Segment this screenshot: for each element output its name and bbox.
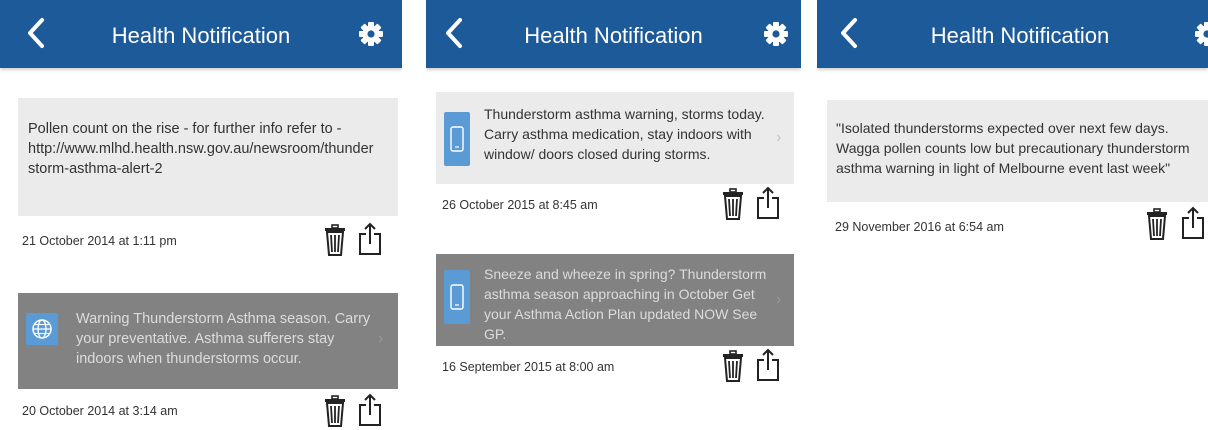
share-icon bbox=[359, 222, 381, 255]
notification-screen-1: Health Notification Pollen count on the … bbox=[0, 0, 402, 430]
notification-date: 20 October 2014 at 3:14 am bbox=[22, 404, 178, 418]
delete-button[interactable] bbox=[324, 395, 346, 427]
chevron-right-icon: › bbox=[776, 291, 782, 308]
notification-message: Thunderstorm asthma warning, storms toda… bbox=[484, 106, 765, 162]
gear-icon bbox=[1195, 22, 1208, 46]
chevron-right-icon: › bbox=[776, 129, 782, 146]
notification-date: 29 November 2016 at 6:54 am bbox=[835, 220, 1004, 234]
notification-icon-tile bbox=[444, 112, 470, 166]
gear-icon bbox=[359, 22, 383, 46]
notification-card[interactable]: Sneeze and wheeze in spring? Thunderstor… bbox=[436, 254, 794, 346]
notification-card[interactable]: Pollen count on the rise - for further i… bbox=[18, 98, 398, 216]
trash-icon bbox=[1147, 208, 1167, 240]
notification-message: Warning Thunderstorm Asthma season. Carr… bbox=[76, 311, 371, 367]
back-button[interactable] bbox=[440, 16, 470, 50]
delete-button[interactable] bbox=[722, 188, 744, 220]
notification-message: Pollen count on the rise - for further i… bbox=[28, 121, 374, 177]
share-icon bbox=[757, 348, 779, 381]
settings-button[interactable] bbox=[762, 20, 790, 48]
back-button[interactable] bbox=[22, 16, 52, 50]
notification-card[interactable]: Thunderstorm asthma warning, storms toda… bbox=[436, 92, 794, 184]
notification-card[interactable]: "Isolated thunderstorms expected over ne… bbox=[827, 100, 1208, 202]
back-button[interactable] bbox=[835, 16, 865, 50]
chevron-left-icon bbox=[841, 18, 857, 48]
trash-icon bbox=[723, 188, 743, 220]
trash-icon bbox=[325, 395, 345, 427]
settings-button[interactable] bbox=[1193, 20, 1208, 48]
notification-screen-2: Health Notification Thunderstorm asthma … bbox=[426, 0, 801, 430]
share-button[interactable] bbox=[756, 186, 780, 220]
page-title: Health Notification bbox=[930, 23, 1110, 48]
notification-date: 16 September 2015 at 8:00 am bbox=[442, 360, 615, 374]
page-title: Health Notification bbox=[111, 23, 291, 48]
app-header: Health Notification bbox=[0, 0, 402, 68]
app-header: Health Notification bbox=[817, 0, 1208, 68]
chevron-left-icon bbox=[28, 18, 44, 48]
notification-card[interactable]: Warning Thunderstorm Asthma season. Carr… bbox=[18, 293, 398, 389]
share-button[interactable] bbox=[756, 348, 780, 382]
notification-date: 21 October 2014 at 1:11 pm bbox=[22, 234, 177, 248]
settings-button[interactable] bbox=[357, 20, 385, 48]
share-button[interactable] bbox=[358, 222, 382, 256]
share-icon bbox=[757, 186, 779, 219]
delete-button[interactable] bbox=[1146, 208, 1168, 240]
app-header: Health Notification bbox=[426, 0, 801, 68]
notification-icon-tile bbox=[26, 313, 58, 345]
share-icon bbox=[359, 393, 381, 426]
delete-button[interactable] bbox=[722, 350, 744, 382]
delete-button[interactable] bbox=[324, 224, 346, 256]
trash-icon bbox=[325, 224, 345, 256]
notification-message: Sneeze and wheeze in spring? Thunderstor… bbox=[484, 266, 767, 342]
trash-icon bbox=[723, 350, 743, 382]
share-icon bbox=[1182, 206, 1204, 239]
globe-icon bbox=[32, 319, 52, 339]
share-button[interactable] bbox=[358, 393, 382, 427]
page-title: Health Notification bbox=[524, 23, 703, 48]
phone-icon bbox=[450, 126, 464, 152]
notification-icon-tile bbox=[444, 270, 470, 324]
notification-screen-3: Health Notification "Isolated thundersto… bbox=[817, 0, 1208, 430]
share-button[interactable] bbox=[1181, 206, 1205, 240]
gear-icon bbox=[764, 22, 788, 46]
chevron-left-icon bbox=[446, 18, 462, 48]
notification-message: "Isolated thunderstorms expected over ne… bbox=[836, 120, 1190, 176]
notification-date: 26 October 2015 at 8:45 am bbox=[442, 198, 598, 212]
chevron-right-icon: › bbox=[378, 330, 384, 347]
phone-icon bbox=[450, 284, 464, 310]
